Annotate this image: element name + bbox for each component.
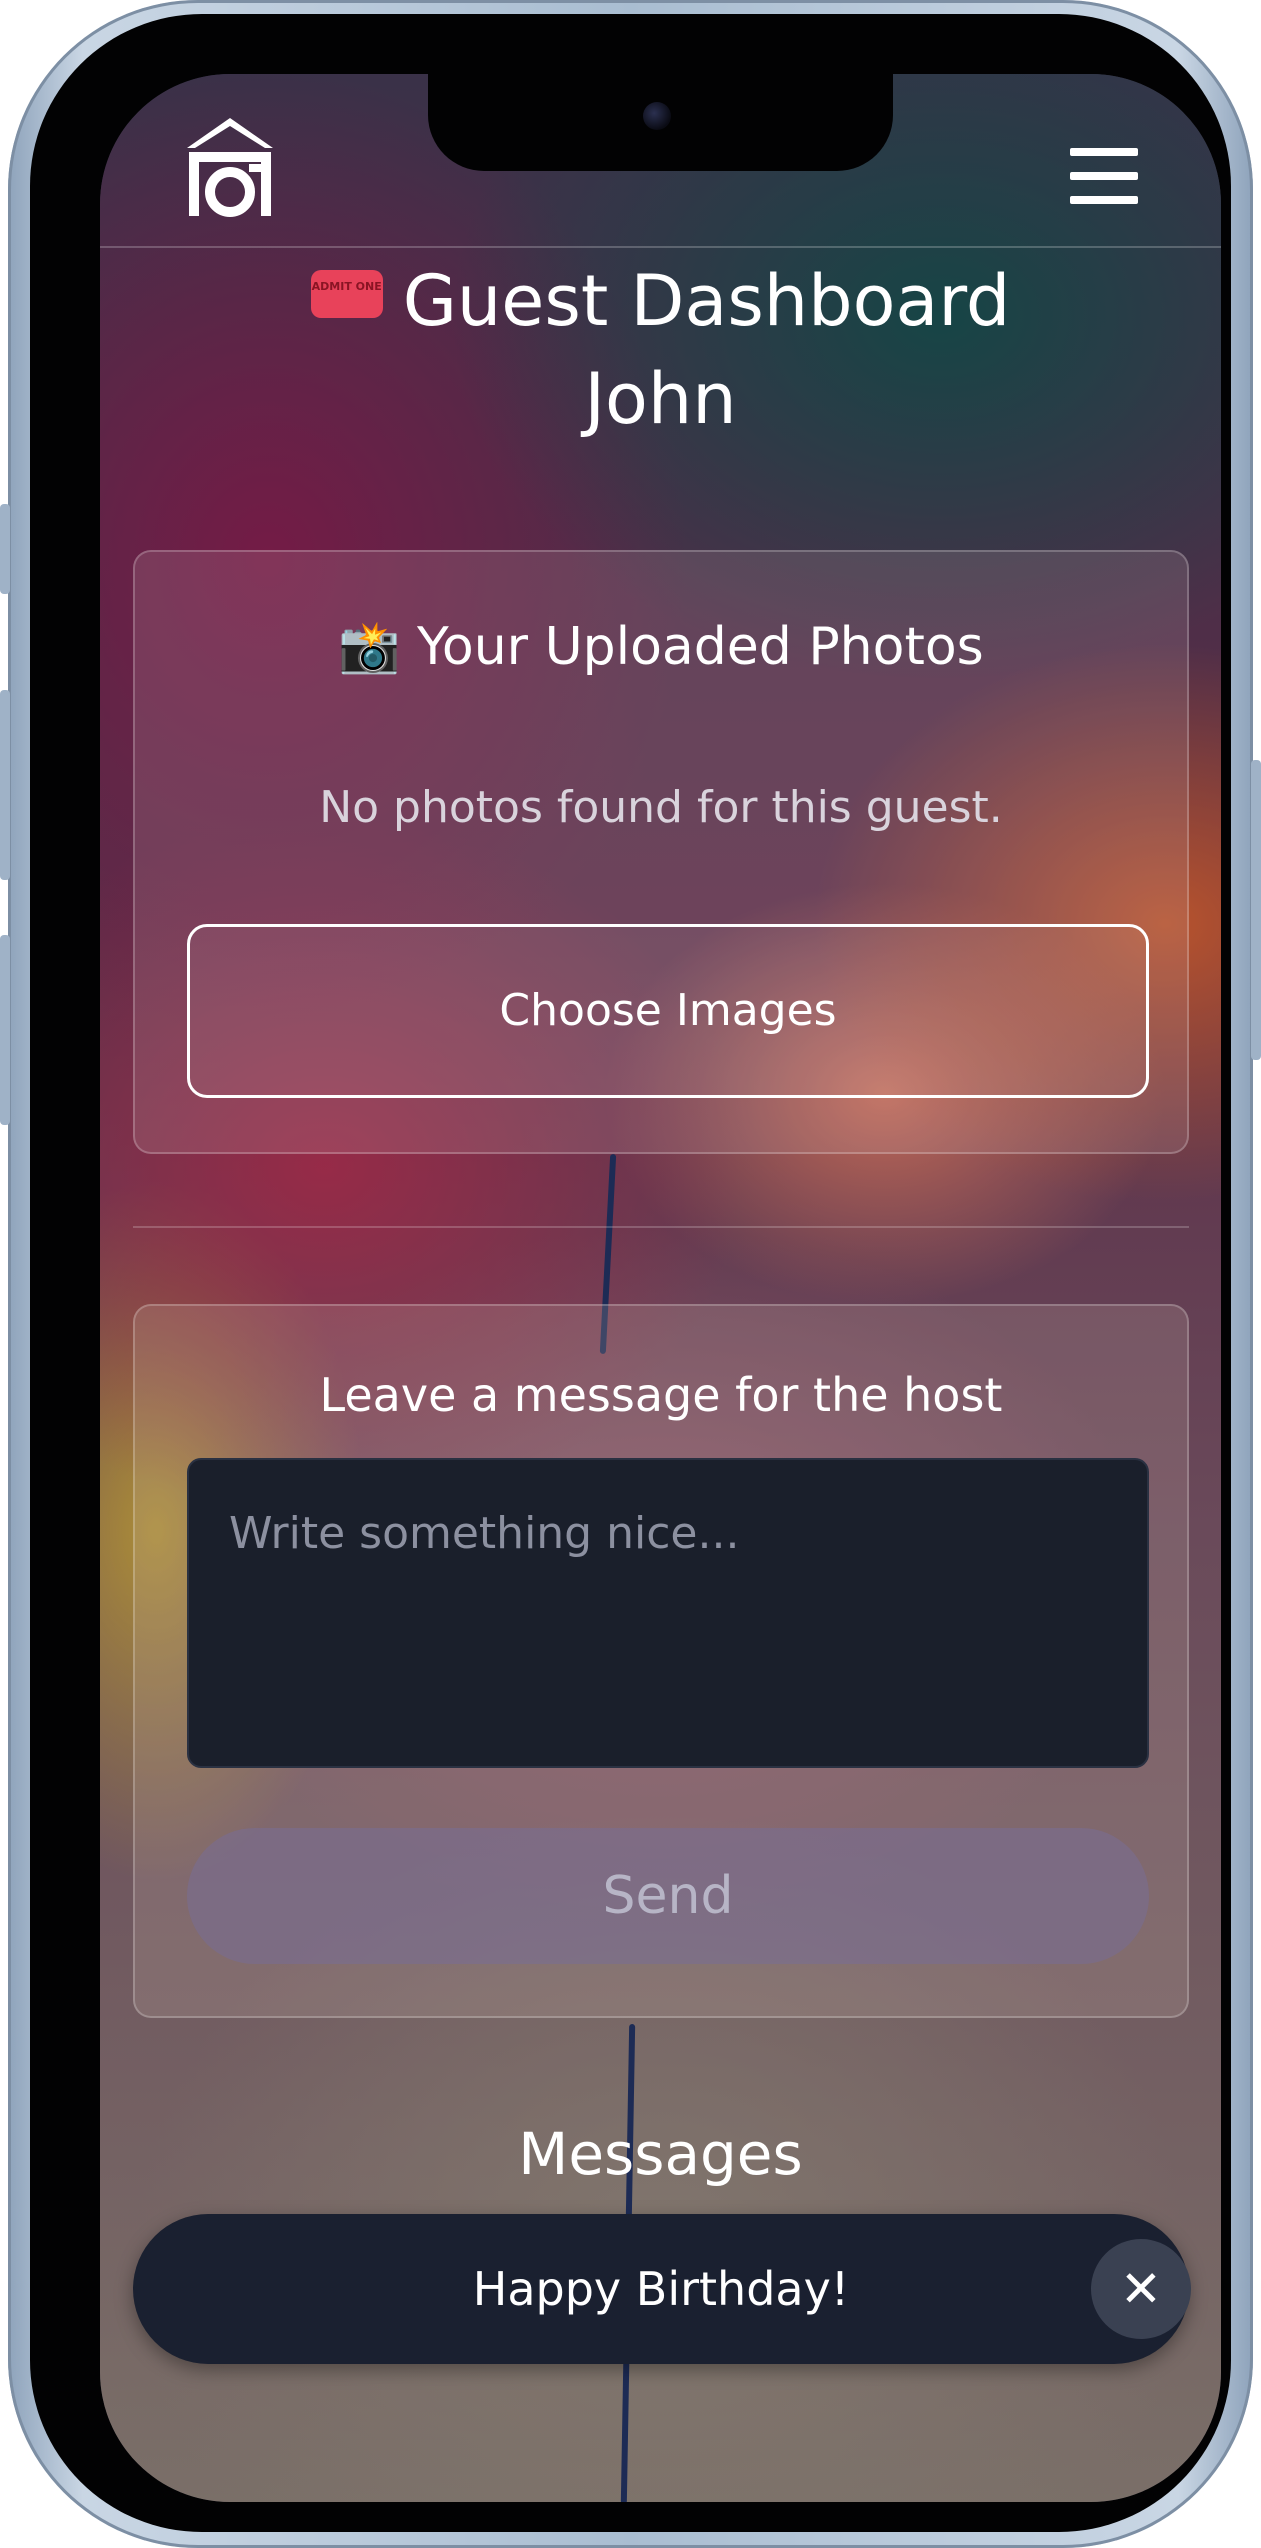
side-button [0, 504, 10, 594]
send-button[interactable]: Send [187, 1828, 1149, 1964]
message-textarea[interactable] [187, 1458, 1149, 1768]
page-title: ADMIT ONE Guest Dashboard John [100, 252, 1221, 448]
menu-line [1070, 148, 1138, 156]
leave-message-title: Leave a message for the host [319, 1368, 1003, 1422]
close-icon[interactable]: ✕ [1091, 2239, 1191, 2339]
hamburger-menu-icon[interactable] [1070, 148, 1138, 204]
phone-frame: ADMIT ONE Guest Dashboard John 📸 Your Upl… [0, 0, 1261, 2548]
phone-bezel: ADMIT ONE Guest Dashboard John 📸 Your Upl… [30, 14, 1231, 2532]
menu-line [1070, 196, 1138, 204]
messages-heading: Messages [518, 2120, 803, 2188]
guest-name: John [584, 358, 737, 440]
uploaded-photos-title: 📸 Your Uploaded Photos [135, 612, 1187, 682]
choose-images-button[interactable]: Choose Images [187, 924, 1149, 1098]
leave-message-card: Leave a message for the host Send [133, 1304, 1189, 2018]
page-title-line1: ADMIT ONE Guest Dashboard [100, 252, 1221, 350]
volume-down-button [0, 935, 10, 1125]
section-divider [133, 1226, 1189, 1228]
message-item: Happy Birthday! ✕ [133, 2214, 1191, 2364]
uploaded-photos-card: 📸 Your Uploaded Photos No photos found f… [133, 550, 1189, 1154]
page-title-text: Guest Dashboard [402, 260, 1011, 342]
uploaded-photos-title-text: Your Uploaded Photos [417, 617, 984, 677]
camera-flash-icon: 📸 [338, 618, 401, 676]
menu-line [1070, 172, 1138, 180]
notch [428, 74, 893, 171]
message-text: Happy Birthday! [472, 2262, 850, 2316]
house-camera-logo[interactable] [175, 112, 285, 222]
ticket-icon: ADMIT ONE [310, 269, 383, 318]
volume-up-button [0, 690, 10, 880]
power-button [1251, 760, 1261, 1060]
front-camera [643, 102, 671, 130]
phone-screen: ADMIT ONE Guest Dashboard John 📸 Your Upl… [100, 74, 1221, 2502]
no-photos-text: No photos found for this guest. [319, 782, 1003, 833]
